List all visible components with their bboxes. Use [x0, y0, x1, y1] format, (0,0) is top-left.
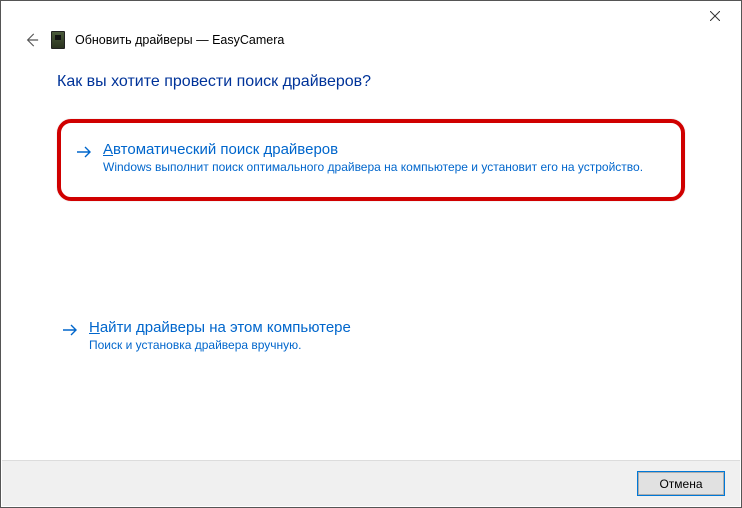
highlight-annotation: Автоматический поиск драйверов Windows в…: [57, 119, 685, 201]
arrow-right-icon: [75, 141, 93, 164]
footer-bar: Отмена: [2, 460, 740, 506]
option-manual-body: Найти драйверы на этом компьютере Поиск …: [89, 319, 681, 353]
option-auto-search[interactable]: Автоматический поиск драйверов Windows в…: [71, 133, 665, 183]
back-button[interactable]: [23, 31, 41, 49]
question-heading: Как вы хотите провести поиск драйверов?: [57, 73, 685, 91]
content-area: Как вы хотите провести поиск драйверов? …: [1, 55, 741, 361]
option-manual-title: Найти драйверы на этом компьютере: [89, 319, 681, 336]
arrow-right-icon: [61, 319, 79, 342]
page-title: Обновить драйверы — EasyCamera: [75, 33, 284, 47]
option-auto-desc: Windows выполнит поиск оптимального драй…: [103, 159, 661, 175]
close-icon: [710, 11, 720, 21]
option-auto-body: Автоматический поиск драйверов Windows в…: [103, 141, 661, 175]
back-arrow-icon: [25, 33, 39, 47]
option-auto-title: Автоматический поиск драйверов: [103, 141, 661, 158]
close-button[interactable]: [695, 2, 735, 30]
device-icon: [51, 31, 65, 49]
titlebar: [1, 1, 741, 31]
header-row: Обновить драйверы — EasyCamera: [1, 31, 741, 55]
option-manual-search[interactable]: Найти драйверы на этом компьютере Поиск …: [57, 311, 685, 361]
option-manual-desc: Поиск и установка драйвера вручную.: [89, 337, 681, 353]
cancel-button[interactable]: Отмена: [638, 472, 724, 495]
